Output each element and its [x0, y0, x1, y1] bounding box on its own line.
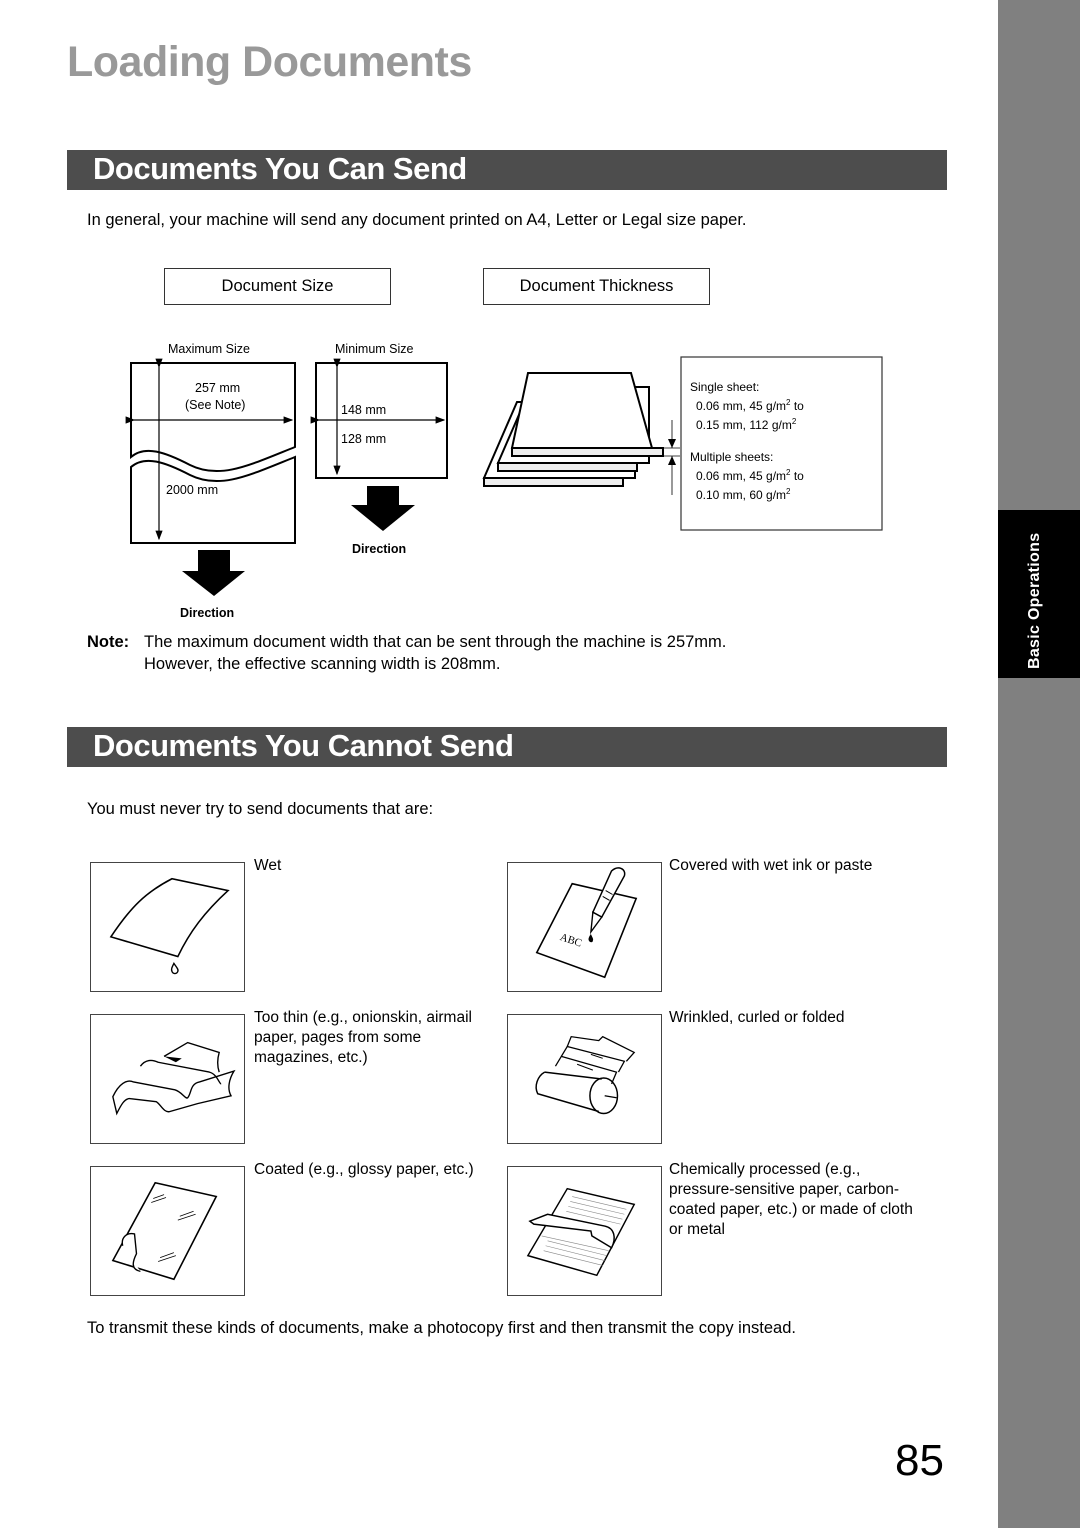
item-caption-too-thin: Too thin (e.g., onionskin, airmail paper…: [254, 1009, 472, 1066]
section-tab-label: Basic Operations: [1026, 532, 1043, 669]
document-size-label: Document Size: [164, 268, 391, 305]
multiple-sheets-min: 0.06 mm, 45 g/m2 to: [696, 468, 804, 483]
min-length-value: 128 mm: [341, 432, 387, 446]
min-size-label: Minimum Size: [335, 342, 414, 356]
min-size-paper: [310, 358, 448, 479]
wrinkled-paper-icon: [507, 1014, 662, 1144]
max-direction-label: Direction: [180, 606, 235, 620]
min-direction-label: Direction: [352, 542, 407, 556]
single-sheet-label: Single sheet:: [690, 380, 760, 394]
item-caption-chemical: Chemically processed (e.g., pressure-sen…: [669, 1161, 913, 1238]
note-label: Note:: [87, 633, 130, 651]
document-thickness-diagram: [482, 356, 883, 531]
item-caption-wet-ink: Covered with wet ink or paste: [669, 857, 873, 874]
section-heading-cannot-send: Documents You Cannot Send: [67, 727, 947, 767]
max-length-value: 2000 mm: [166, 483, 219, 497]
note-line-1: The maximum document width that can be s…: [144, 633, 727, 651]
multiple-sheets-label: Multiple sheets:: [690, 450, 774, 464]
min-width-value: 148 mm: [341, 403, 387, 417]
page-edge-sidebar: [998, 0, 1080, 1528]
document-size-diagram: [125, 358, 448, 596]
direction-arrow-max-icon: [182, 550, 245, 596]
direction-arrow-min-icon: [351, 486, 415, 531]
item-caption-wrinkled: Wrinkled, curled or folded: [669, 1009, 845, 1026]
thickness-spec-text: Single sheet: 0.06 mm, 45 g/m2 to 0.15 m…: [690, 379, 804, 503]
thin-paper-icon: [90, 1014, 245, 1144]
page-title: Loading Documents: [67, 38, 472, 86]
max-width-note: (See Note): [185, 398, 246, 412]
cannot-send-intro: You must never try to send documents tha…: [87, 800, 434, 818]
section-heading-text: Documents You Can Send: [93, 151, 467, 186]
single-sheet-max: 0.15 mm, 112 g/m2: [696, 417, 797, 432]
note-line-2: However, the effective scanning width is…: [144, 655, 501, 673]
item-caption-coated: Coated (e.g., glossy paper, etc.): [254, 1161, 474, 1178]
wet-paper-icon: [90, 862, 245, 992]
paper-stack-icon: [482, 372, 680, 495]
section-heading-can-send: Documents You Can Send: [67, 150, 947, 190]
coated-paper-icon: [90, 1166, 245, 1296]
wet-ink-pen-icon: ABC: [507, 862, 662, 992]
chemical-paper-icon: [507, 1166, 662, 1296]
cannot-send-footer: To transmit these kinds of documents, ma…: [87, 1319, 796, 1337]
max-size-label: Maximum Size: [168, 342, 250, 356]
multiple-sheets-max: 0.10 mm, 60 g/m2: [696, 487, 791, 502]
section-heading-text: Documents You Cannot Send: [93, 728, 514, 763]
can-send-intro: In general, your machine will send any d…: [87, 211, 747, 229]
document-thickness-label: Document Thickness: [483, 268, 710, 305]
single-sheet-min: 0.06 mm, 45 g/m2 to: [696, 398, 804, 413]
item-caption-wet: Wet: [254, 857, 282, 874]
page-number: 85: [895, 1436, 944, 1485]
max-width-value: 257 mm: [195, 381, 241, 395]
